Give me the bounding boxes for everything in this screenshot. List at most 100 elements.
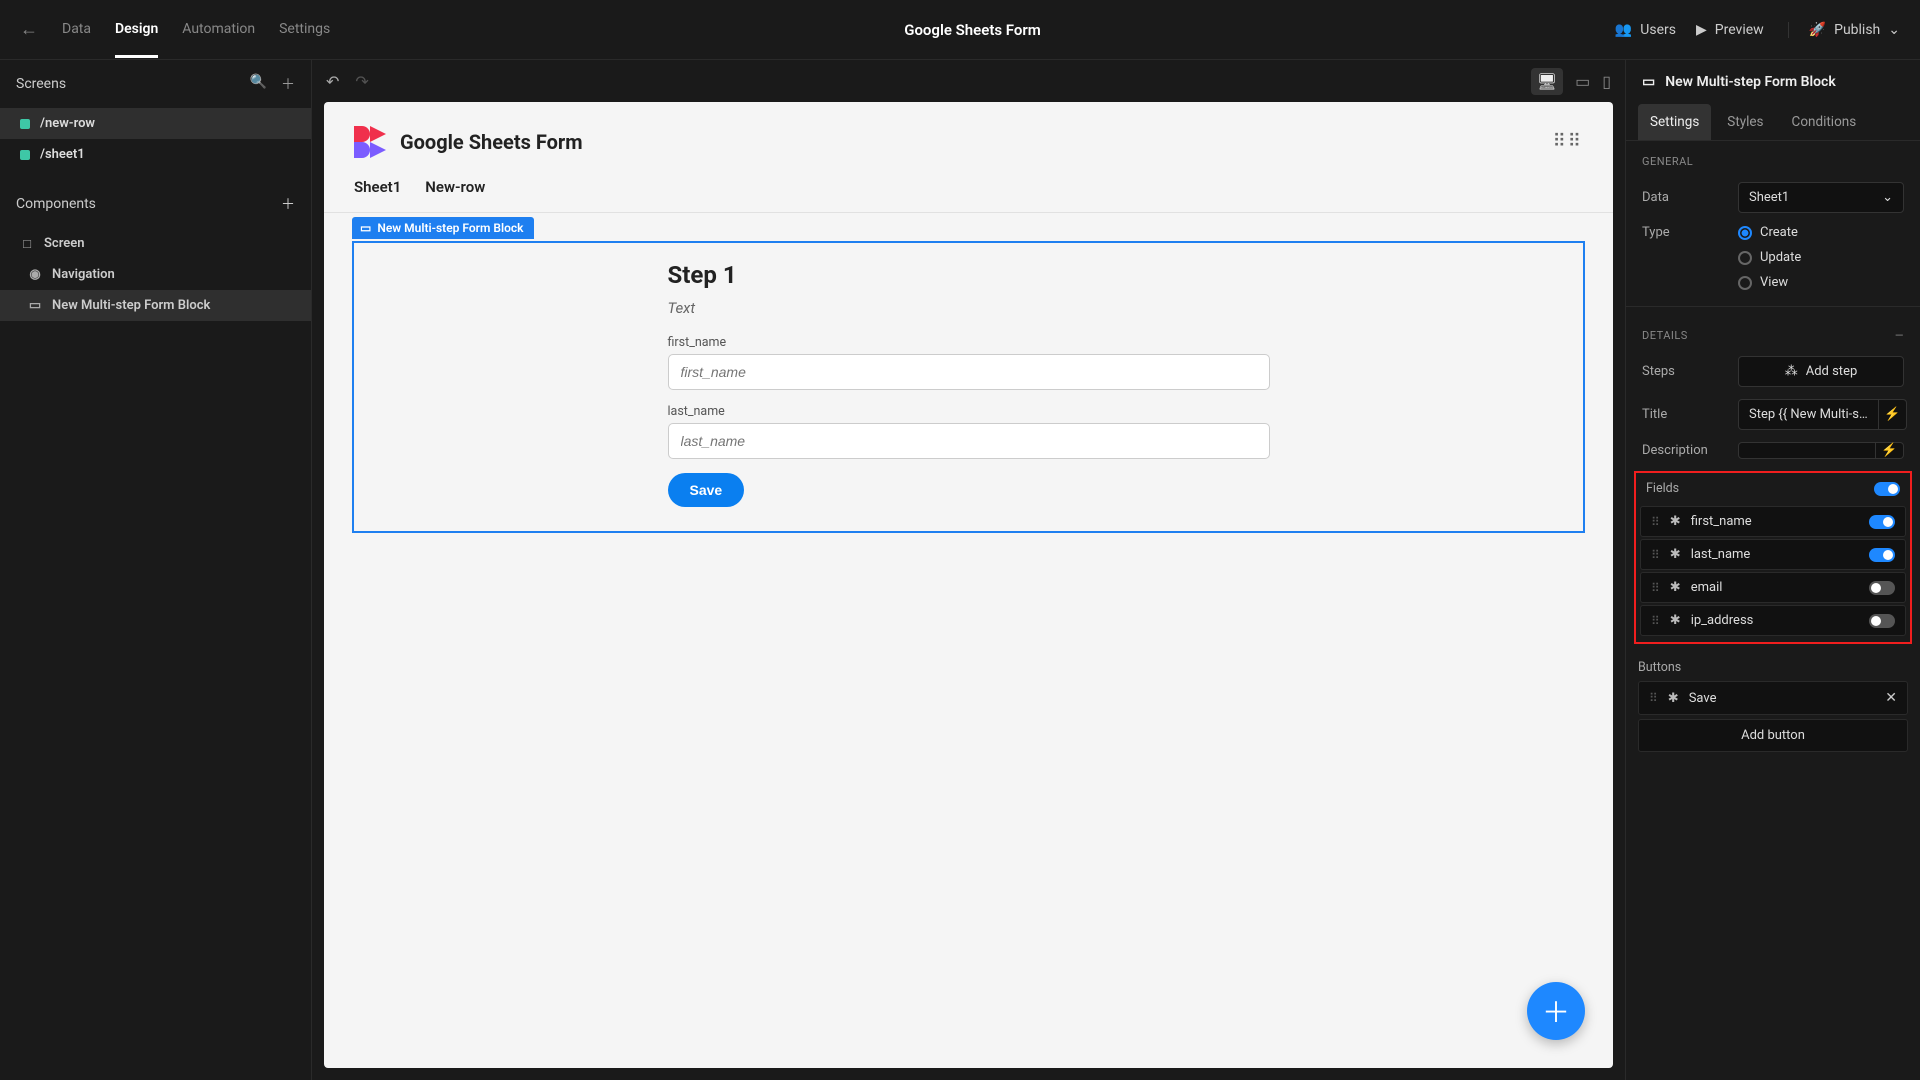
field-row-ip-address[interactable]: ⠿ ✱ ip_address — [1640, 605, 1906, 636]
component-form-block[interactable]: ▭ New Multi-step Form Block — [0, 290, 311, 321]
button-row-save[interactable]: ⠿ ✱ Save ✕ — [1638, 681, 1908, 715]
general-section-label: GENERAL — [1626, 141, 1920, 176]
canvas-tab-new-row[interactable]: New-row — [425, 178, 485, 212]
add-step-icon: ⁂ — [1785, 364, 1798, 379]
save-button[interactable]: Save — [668, 473, 745, 507]
fields-master-toggle[interactable] — [1874, 482, 1900, 496]
last-name-input[interactable] — [668, 423, 1270, 459]
center-toolbar: ↶ ↷ 🖥 ▭ ▯ — [312, 60, 1625, 102]
publish-button[interactable]: 🚀 Publish ⌄ — [1788, 22, 1900, 38]
nav-tab-settings[interactable]: Settings — [279, 1, 330, 58]
drag-handle-icon[interactable]: ⠿ — [1649, 691, 1658, 705]
field-toggle[interactable] — [1869, 581, 1895, 595]
add-component-icon[interactable]: ＋ — [281, 194, 295, 214]
tab-styles[interactable]: Styles — [1715, 104, 1775, 140]
gear-icon[interactable]: ✱ — [1670, 514, 1681, 529]
inspector-title-label: New Multi-step Form Block — [1665, 74, 1836, 90]
radio-dot-icon — [1738, 276, 1752, 290]
collapse-icon[interactable]: — — [1895, 329, 1904, 342]
radio-create[interactable]: Create — [1738, 225, 1801, 240]
title-row: Title Step {{ New Multi-s… ⚡ — [1626, 393, 1920, 436]
component-navigation[interactable]: ◉ Navigation — [0, 259, 311, 290]
nav-tabs: Data Design Automation Settings — [62, 1, 330, 58]
form-icon: ▭ — [28, 299, 42, 313]
gear-icon[interactable]: ✱ — [1668, 691, 1679, 706]
gear-icon[interactable]: ✱ — [1670, 580, 1681, 595]
undo-icon[interactable]: ↶ — [326, 72, 339, 91]
redo-icon[interactable]: ↷ — [355, 72, 368, 91]
screen-item-sheet1[interactable]: /sheet1 — [0, 139, 311, 170]
data-select[interactable]: Sheet1 ⌄ — [1738, 182, 1904, 213]
title-input[interactable]: Step {{ New Multi-s… — [1738, 399, 1879, 430]
component-screen[interactable]: □ Screen — [0, 228, 311, 259]
field-toggle[interactable] — [1869, 614, 1895, 628]
field-name: last_name — [1691, 547, 1859, 562]
component-label: Navigation — [52, 267, 115, 282]
gear-icon[interactable]: ✱ — [1670, 547, 1681, 562]
remove-button-icon[interactable]: ✕ — [1885, 690, 1897, 706]
chevron-down-icon: ⌄ — [1882, 190, 1893, 205]
topbar-left: ← Data Design Automation Settings — [20, 1, 330, 58]
field-row-last-name[interactable]: ⠿ ✱ last_name — [1640, 539, 1906, 570]
topbar: ← Data Design Automation Settings Google… — [0, 0, 1920, 60]
field-label-last-name: last_name — [668, 404, 1270, 419]
description-input[interactable] — [1738, 442, 1876, 459]
selected-form-block[interactable]: ▭ New Multi-step Form Block Step 1 Text … — [352, 241, 1585, 533]
divider — [1626, 306, 1920, 307]
mobile-icon[interactable]: ▯ — [1602, 72, 1611, 91]
tab-conditions[interactable]: Conditions — [1780, 104, 1869, 140]
center-panel: ↶ ↷ 🖥 ▭ ▯ Google Sheets Form — [312, 60, 1625, 1080]
tablet-icon[interactable]: ▭ — [1575, 72, 1590, 91]
selection-tag-label: New Multi-step Form Block — [377, 221, 523, 235]
fab-add-button[interactable]: ＋ — [1527, 982, 1585, 1040]
apps-grid-icon[interactable]: ⠿⠿ — [1553, 139, 1583, 145]
field-toggle[interactable] — [1869, 548, 1895, 562]
add-screen-icon[interactable]: ＋ — [281, 74, 295, 94]
preview-button[interactable]: ▶ Preview — [1696, 22, 1764, 38]
radio-update[interactable]: Update — [1738, 250, 1801, 265]
form-block-icon: ▭ — [360, 221, 371, 235]
field-label-first-name: first_name — [668, 335, 1270, 350]
gear-icon[interactable]: ✱ — [1670, 613, 1681, 628]
first-name-input[interactable] — [668, 354, 1270, 390]
field-row-email[interactable]: ⠿ ✱ email — [1640, 572, 1906, 603]
canvas-header: Google Sheets Form ⠿⠿ — [324, 102, 1613, 168]
users-label: Users — [1640, 22, 1676, 38]
users-icon: 👥 — [1615, 22, 1632, 38]
radio-view[interactable]: View — [1738, 275, 1801, 290]
field-toggle[interactable] — [1869, 515, 1895, 529]
canvas-tab-sheet1[interactable]: Sheet1 — [354, 178, 401, 212]
screens-header: Screens 🔍 ＋ — [0, 60, 311, 108]
drag-handle-icon[interactable]: ⠿ — [1651, 581, 1660, 595]
brand-title: Google Sheets Form — [400, 130, 583, 154]
search-icon[interactable]: 🔍 — [250, 74, 267, 94]
nav-tab-data[interactable]: Data — [62, 1, 91, 58]
desktop-icon[interactable]: 🖥 — [1531, 68, 1563, 95]
components-label: Components — [16, 196, 96, 212]
nav-tab-automation[interactable]: Automation — [182, 1, 255, 58]
add-step-button[interactable]: ⁂ Add step — [1738, 356, 1904, 387]
add-step-label: Add step — [1806, 364, 1858, 379]
buttons-label: Buttons — [1638, 660, 1908, 675]
bolt-icon[interactable]: ⚡ — [1879, 399, 1907, 430]
users-button[interactable]: 👥 Users — [1615, 22, 1676, 38]
details-header: DETAILS — — [1626, 317, 1920, 350]
screen-item-new-row[interactable]: /new-row — [0, 108, 311, 139]
brand-logo-icon — [354, 126, 386, 158]
button-name: Save — [1689, 691, 1876, 706]
drag-handle-icon[interactable]: ⠿ — [1651, 515, 1660, 529]
bolt-icon[interactable]: ⚡ — [1876, 442, 1904, 459]
radio-label: Update — [1760, 250, 1801, 265]
drag-handle-icon[interactable]: ⠿ — [1651, 614, 1660, 628]
main: Screens 🔍 ＋ /new-row /sheet1 Components … — [0, 60, 1920, 1080]
add-button-button[interactable]: Add button — [1638, 719, 1908, 752]
screens-label: Screens — [16, 76, 66, 92]
eye-icon: ◉ — [28, 268, 42, 282]
field-row-first-name[interactable]: ⠿ ✱ first_name — [1640, 506, 1906, 537]
nav-tab-design[interactable]: Design — [115, 1, 158, 58]
canvas-wrap: Google Sheets Form ⠿⠿ Sheet1 New-row ⧉ 🗑… — [312, 102, 1625, 1080]
screen-item-label: /new-row — [40, 116, 95, 131]
back-arrow-icon[interactable]: ← — [20, 19, 38, 40]
tab-settings[interactable]: Settings — [1638, 104, 1711, 140]
drag-handle-icon[interactable]: ⠿ — [1651, 548, 1660, 562]
